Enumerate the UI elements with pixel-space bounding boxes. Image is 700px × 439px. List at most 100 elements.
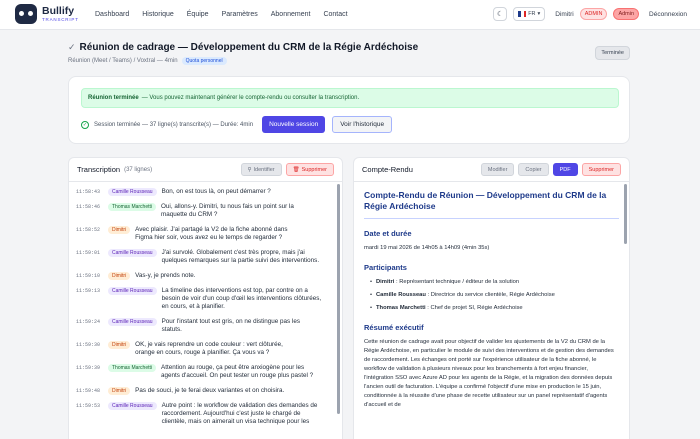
user-tag-icon: ⚲ [247,166,252,173]
speaker-badge[interactable]: Dimitri [108,341,131,349]
logout-link[interactable]: Déconnexion [649,11,687,18]
copy-button[interactable]: Copier [518,163,549,176]
logo-subtitle: TRANSCRIPT [42,16,79,22]
logo-icon [15,4,37,24]
participant-item: Dimitri : Représentant technique / édite… [370,278,619,287]
nav-link-parametres[interactable]: Paramètres [222,11,258,18]
timestamp: 11:58:43 [76,189,101,195]
date-text: mardi 19 mai 2026 de 14h05 à 14h09 (4min… [364,245,490,251]
view-history-button[interactable]: Voir l'historique [332,116,393,133]
meeting-meta: Réunion (Meet / Teams) / Voxtral — 4min [68,58,178,64]
transcript-scrollbar[interactable] [337,184,340,414]
participant-name: Camille Rousseau [376,292,426,298]
report-panel: Compte-Rendu Modifier Copier PDF Supprim… [353,157,630,439]
utterance-text: OK, je vais reprendre un code couleur : … [135,341,283,356]
moon-icon: ☾ [497,11,504,18]
nav-link-contact[interactable]: Contact [323,11,347,18]
transcript-line: 11:59:39 Thomas Marchetti Attention au rou… [76,364,342,380]
new-session-button[interactable]: Nouvelle session [262,116,326,133]
utterance-text: Pour l'instant tout est gris, on ne dist… [161,318,300,333]
participants-heading: Participants [364,263,407,272]
nav-link-abonnement[interactable]: Abonnement [271,11,311,18]
speaker-badge[interactable]: Dimitri [108,226,131,234]
transcript-line: 11:58:43 Camille Rousseau Bon, on est tous… [76,188,342,196]
transcript-list: 11:58:43 Camille Rousseau Bon, on est tous… [69,182,342,426]
transcript-line: 11:59:13 Camille Rousseau La timeline des … [76,287,342,311]
success-alert: Réunion terminée — Vous pouvez maintenan… [81,88,619,108]
report-doc-title: Compte-Rendu de Réunion — Développement … [364,190,619,219]
status-badge: Terminée [595,46,630,60]
utterance-text: La timeline des interventions est top, p… [161,287,322,310]
transcript-line: 11:59:48 Dimitri Pas de souci, je te ferai… [76,387,342,395]
speaker-badge[interactable]: Dimitri [108,387,131,395]
timestamp: 11:59:48 [76,388,101,394]
utterance-text: J'ai survolé. Globalement c'est très pro… [161,249,320,264]
pdf-button[interactable]: PDF [552,163,578,176]
quota-badge: Quota personnel [181,57,227,65]
utterance-text: Autre point : le workflow de validation … [161,402,318,425]
identify-label: Identifier [253,166,275,173]
delete-label: Supprimer [301,166,327,173]
participant-role: : Directrice du service clientèle, Régie… [425,292,555,298]
theme-toggle-button[interactable]: ☾ [493,7,508,21]
transcript-title: Transcription [77,165,121,174]
utterance-text: Pas de souci, je te ferai deux variantes… [135,387,285,394]
session-card: Réunion terminée — Vous pouvez maintenan… [68,76,630,144]
nav-links: Dashboard Historique Équipe Paramètres A… [95,11,348,18]
speaker-badge[interactable]: Thomas Marchetti [108,364,157,372]
language-select[interactable]: FR ▾ [513,7,546,21]
utterance-text: Oui, allons-y. Dimitri, tu nous fais un … [161,203,294,218]
summary-text: Cette réunion de cadrage avait pour obje… [364,339,614,408]
delete-report-button[interactable]: Supprimer [581,163,621,176]
transcript-line: 11:59:01 Camille Rousseau J'ai survolé. Gl… [76,249,342,265]
timestamp: 11:59:24 [76,319,101,325]
speaker-badge[interactable]: Camille Rousseau [108,188,157,196]
admin-badge[interactable]: Admin [613,8,640,20]
speaker-badge[interactable]: Camille Rousseau [108,287,157,295]
modify-button[interactable]: Modifier [480,163,515,176]
report-title: Compte-Rendu [362,165,413,174]
utterance-text: Vas-y, je prends note. [135,272,196,279]
speaker-badge[interactable]: Dimitri [108,272,131,280]
chevron-down-icon: ▾ [537,11,541,17]
utterance-text: Avec plaisir. J'ai partagé la V2 de la f… [135,226,288,241]
transcript-count: (37 lignes) [124,166,153,173]
nav-link-equipe[interactable]: Équipe [187,11,209,18]
participant-role: : Représentant technique / éditeur de la… [394,279,520,285]
session-info: Session terminée — 37 ligne(s) transcrit… [94,121,254,128]
participant-name: Thomas Marchetti [376,305,426,311]
page-title: Réunion de cadrage — Développement du CR… [79,42,419,53]
alert-title: Réunion terminée [88,95,139,101]
role-badge: ADMIN [579,8,608,20]
timestamp: 11:59:53 [76,403,101,409]
timestamp: 11:59:30 [76,342,101,348]
alert-message: — Vous pouvez maintenant générer le comp… [141,95,360,101]
timestamp: 11:59:39 [76,365,101,371]
language-value: FR [528,11,536,17]
transcript-line: 11:59:10 Dimitri Vas-y, je prends note. [76,272,342,280]
identify-button[interactable]: ⚲ Identifier [240,163,282,176]
french-flag-icon [518,11,527,17]
check-circle-icon: ✓ [81,120,89,129]
transcript-line: 11:59:24 Camille Rousseau Pour l'instant t… [76,318,342,334]
transcript-panel: Transcription (37 lignes) ⚲ Identifier 🗑… [68,157,343,439]
utterance-text: Attention au rouge, ça peut être anxiogè… [161,364,314,379]
nav-link-dashboard[interactable]: Dashboard [95,11,129,18]
speaker-badge[interactable]: Camille Rousseau [108,318,157,326]
nav-link-historique[interactable]: Historique [142,11,174,18]
logo[interactable]: Bullify TRANSCRIPT [15,4,79,24]
delete-transcript-button[interactable]: 🗑 Supprimer [285,163,334,176]
timestamp: 11:59:01 [76,250,101,256]
speaker-badge[interactable]: Camille Rousseau [108,402,157,410]
speaker-badge[interactable]: Thomas Marchetti [108,203,157,211]
report-document: Compte-Rendu de Réunion — Développement … [354,182,629,410]
date-heading: Date et durée [364,229,412,238]
transcript-line: 11:58:52 Dimitri Avec plaisir. J'ai partag… [76,226,342,242]
timestamp: 11:59:13 [76,288,101,294]
trash-icon: 🗑 [292,166,300,173]
participant-item: Camille Rousseau : Directrice du service… [370,291,619,300]
page-header: ✓ Réunion de cadrage — Développement du … [68,42,632,65]
report-scrollbar[interactable] [624,184,627,244]
user-name: Dimitri [555,10,574,18]
speaker-badge[interactable]: Camille Rousseau [108,249,157,257]
